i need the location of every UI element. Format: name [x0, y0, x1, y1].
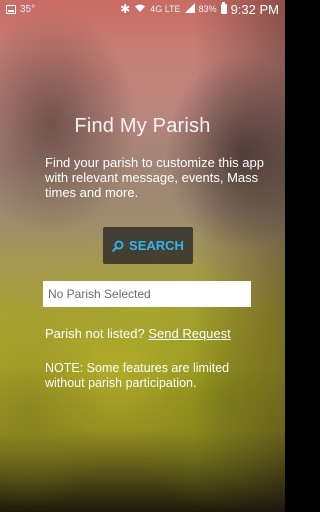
- note-text: NOTE: Some features are limited without …: [45, 361, 230, 390]
- temperature-text: 35°: [20, 3, 36, 15]
- parish-not-listed-row: Parish not listed? Send Request: [45, 326, 231, 341]
- find-my-parish-screen: 35° ✱ 4G LTE 83% 9:32 PM Find My Parish …: [0, 0, 285, 512]
- signal-icon: [184, 2, 195, 16]
- background-shade: [195, 0, 285, 512]
- gallery-icon: [6, 4, 16, 14]
- network-type-text: 4G LTE: [150, 4, 181, 14]
- parish-not-listed-text: Parish not listed?: [45, 326, 145, 341]
- selected-parish-field[interactable]: [48, 287, 251, 301]
- search-button[interactable]: SEARCH: [103, 227, 193, 264]
- battery-icon: [220, 2, 227, 14]
- search-button-label: SEARCH: [129, 238, 184, 253]
- bluetooth-icon: ✱: [120, 2, 131, 16]
- intro-text: Find your parish to customize this app w…: [45, 155, 264, 200]
- wifi-icon: [134, 2, 146, 16]
- page-title: Find My Parish: [74, 115, 211, 137]
- battery-percent-text: 83%: [198, 4, 217, 14]
- status-bar: 35° ✱ 4G LTE 83% 9:32 PM: [0, 0, 285, 18]
- selected-parish-field-container: [43, 281, 251, 307]
- status-bar-right: ✱ 4G LTE 83% 9:32 PM: [120, 2, 279, 17]
- search-icon: [112, 240, 124, 252]
- status-bar-left: 35°: [6, 4, 35, 15]
- clock-time: 9:32 PM: [230, 1, 279, 17]
- send-request-link[interactable]: Send Request: [148, 326, 230, 341]
